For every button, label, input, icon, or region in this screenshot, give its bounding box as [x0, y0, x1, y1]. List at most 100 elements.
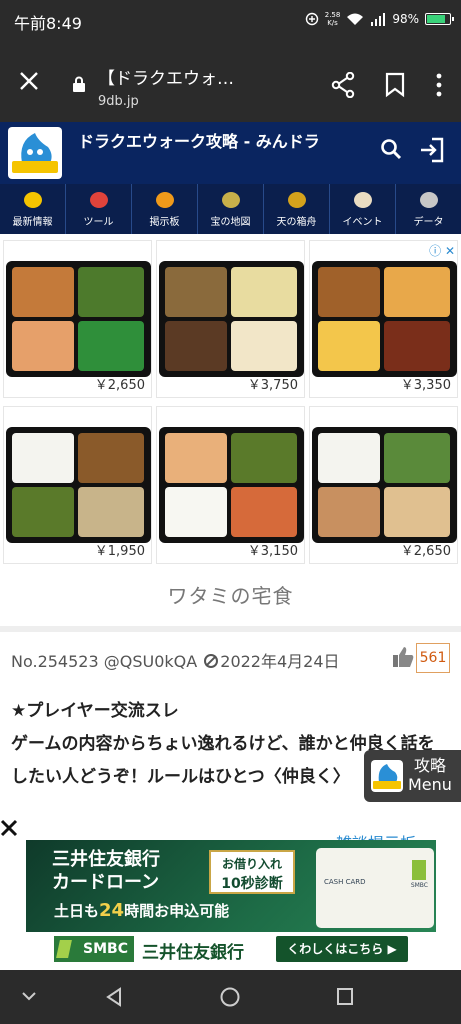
food-compartment [384, 267, 450, 317]
product-price: ￥3,150 [247, 544, 298, 559]
bento-box-image [6, 427, 151, 543]
banner-line2: カードローン [52, 872, 160, 893]
close-icon [20, 72, 38, 90]
nav-item[interactable]: データ [396, 184, 461, 234]
system-nav-bar [0, 970, 461, 1024]
battery-icon [425, 13, 454, 25]
nav-item-label: 掲示板 [149, 217, 180, 228]
bento-box-image [312, 261, 457, 377]
product-price: ￥2,650 [94, 378, 145, 393]
bento-box-image [6, 261, 151, 377]
product-price: ￥3,350 [400, 378, 451, 393]
menu-label: 攻略 Menu [408, 756, 452, 794]
nav-item[interactable]: 天の箱舟 [264, 184, 330, 234]
menu-label-line2: Menu [408, 775, 452, 794]
product-card[interactable]: ￥2,650 [3, 240, 152, 398]
data-saver-icon [305, 12, 318, 26]
nav-item[interactable]: 掲示板 [132, 184, 198, 234]
tag-line1: お借り入れ [221, 857, 282, 871]
site-logo[interactable] [8, 127, 62, 179]
food-compartment [12, 487, 74, 537]
nav-item-label: イベント [342, 217, 383, 228]
wifi-icon [347, 13, 364, 25]
food-compartment [231, 487, 297, 537]
nav-item[interactable]: ツール [66, 184, 132, 234]
food-compartment [384, 487, 450, 537]
product-card[interactable]: ￥3,750 [156, 240, 305, 398]
food-compartment [78, 487, 144, 537]
bank-banner-ad[interactable]: 三井住友銀行 カードローン お借り入れ 10秒診断 土日も24時間お申込可能 CAS… [26, 840, 436, 968]
ad-brand-label[interactable]: ワタミの宅食 [0, 580, 461, 609]
chat-bubble-icon [155, 192, 174, 208]
product-card[interactable]: ￥1,950 [3, 406, 152, 564]
status-time: 午前8:49 [14, 14, 82, 33]
site-header: ドラクエウォーク攻略 - みんドラ [0, 122, 461, 184]
signal-icon [371, 13, 386, 26]
thumbs-up-icon[interactable] [392, 644, 414, 670]
food-compartment [165, 267, 227, 317]
nav-item-label: データ [413, 217, 444, 228]
ad-info-icon[interactable]: ⓘ [429, 244, 441, 258]
bookmark-icon[interactable] [385, 72, 405, 98]
home-icon[interactable] [219, 986, 241, 1008]
search-icon[interactable] [380, 138, 402, 160]
ad-close-icon[interactable]: ✕ [445, 244, 455, 258]
page-title[interactable]: 【ドラクエウォ… [98, 64, 234, 89]
post-id-user: No.254523 @QSU0kQA [11, 652, 198, 671]
speed-value: 2.58 [324, 11, 341, 19]
guide-menu-button[interactable]: 攻略 Menu [364, 750, 461, 802]
food-compartment [318, 321, 380, 371]
recent-apps-icon[interactable] [335, 986, 355, 1008]
like-count[interactable]: 561 [416, 643, 450, 673]
product-ad-grid[interactable]: ⓘ ✕ ￥2,650 ￥3,750 ￥3,350 ￥1,950 ￥3,150 ￥2,650 [3, 240, 459, 570]
food-compartment [318, 267, 380, 317]
chevron-down-icon[interactable] [20, 986, 38, 1006]
share-icon[interactable] [331, 72, 355, 98]
product-card[interactable]: ￥2,650 [309, 406, 458, 564]
nav-item[interactable]: 宝の地図 [198, 184, 264, 234]
lock-icon [73, 76, 85, 92]
food-compartment [78, 267, 144, 317]
close-tab-button[interactable] [18, 70, 40, 92]
back-icon[interactable] [104, 986, 124, 1008]
nav-item[interactable]: 最新情報 [0, 184, 66, 234]
banner-close-button[interactable] [0, 818, 18, 843]
food-compartment [318, 433, 380, 483]
card-brand: SMBC [410, 882, 428, 889]
food-compartment [231, 267, 297, 317]
megaphone-icon [23, 192, 42, 208]
product-price: ￥3,750 [247, 378, 298, 393]
details-button[interactable]: くわしくはこちら ▶ [276, 936, 408, 962]
nav-item-label: ツール [83, 217, 114, 228]
banner-tag: お借り入れ 10秒診断 [209, 850, 295, 894]
ad-controls: ⓘ ✕ [429, 242, 455, 259]
slime-logo-icon [12, 133, 58, 173]
food-compartment [12, 267, 74, 317]
network-speed: 2.58 K/s [325, 11, 341, 27]
food-compartment [165, 321, 227, 371]
battery-text: 98% [392, 12, 419, 26]
more-vert-icon[interactable] [435, 72, 443, 98]
tag-line2: 10秒診断 [221, 876, 283, 892]
sub-c: 時間お申込可能 [124, 902, 230, 920]
product-card[interactable]: ￥3,150 [156, 406, 305, 564]
nav-item[interactable]: イベント [330, 184, 396, 234]
product-card[interactable]: ￥3,350 [309, 240, 458, 398]
food-compartment [231, 433, 297, 483]
partial-link[interactable]: 雑談掲示板 [336, 830, 416, 840]
card-chip-icon [412, 860, 426, 880]
ban-icon[interactable] [204, 654, 219, 668]
divider [0, 626, 461, 632]
close-icon [0, 819, 18, 837]
bento-box-image [312, 427, 457, 543]
menu-logo [371, 760, 403, 792]
login-icon[interactable] [418, 136, 446, 164]
post-title: ★プレイヤー交流スレ [11, 701, 179, 721]
card-label: CASH CARD [324, 878, 366, 886]
menu-label-line1: 攻略 [413, 756, 446, 775]
site-title[interactable]: ドラクエウォーク攻略 - みんドラ [78, 131, 378, 152]
browser-actions [331, 72, 443, 98]
bento-box-image [159, 427, 304, 543]
page-url[interactable]: 9db.jp [98, 94, 139, 109]
onion-icon [353, 192, 372, 208]
